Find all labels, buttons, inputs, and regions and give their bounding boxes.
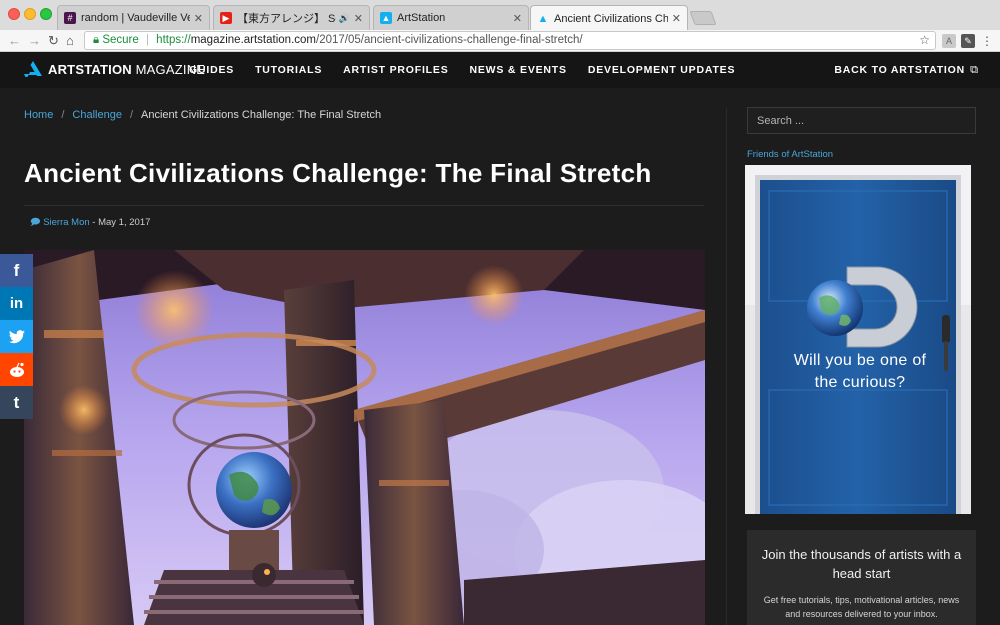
breadcrumb-current: Ancient Civilizations Challenge: The Fin… — [141, 109, 382, 121]
breadcrumb-separator: / — [129, 109, 134, 121]
article-title: Ancient Civilizations Challenge: The Fin… — [24, 158, 652, 188]
close-window-button[interactable] — [8, 8, 20, 20]
artstation-icon: ▲ — [380, 12, 392, 24]
external-link-icon[interactable]: ⧉ — [970, 64, 978, 77]
browser-tab-active[interactable]: ▲ Ancient Civilizations Challenge ✕ — [530, 5, 688, 31]
linkedin-share-button[interactable]: in — [0, 287, 33, 320]
address-divider: | — [145, 34, 149, 46]
home-icon[interactable]: ⌂ — [66, 33, 74, 49]
browser-tab[interactable]: ▲ ArtStation ✕ — [373, 5, 529, 30]
nav-development-updates[interactable]: DEVELOPMENT UPDATES — [588, 64, 735, 76]
url-path: /2017/05/ancient-civilizations-challenge… — [316, 34, 583, 46]
url-host: magazine.artstation.com — [190, 34, 316, 46]
close-tab-icon[interactable]: ✕ — [194, 12, 203, 25]
breadcrumb-separator: / — [61, 109, 65, 121]
artstation-logo[interactable]: ARTSTATION MAGAZINE — [24, 61, 205, 77]
tumblr-icon: t — [13, 392, 20, 412]
article-byline: 🗩 Sierra Mon - May 1, 2017 — [30, 215, 150, 231]
linkedin-icon: in — [9, 295, 24, 312]
tab-title: random | Vaudeville Ventures — [81, 12, 190, 24]
breadcrumb-challenge[interactable]: Challenge — [72, 109, 122, 121]
browser-toolbar: ← → ↻ ⌂ 🔒︎ Secure | https://magazine.art… — [0, 30, 1000, 52]
breadcrumb: Home / Challenge / Ancient Civilizations Cha… — [24, 109, 381, 121]
search-input[interactable] — [747, 107, 976, 134]
tumblr-share-button[interactable]: t — [0, 386, 33, 419]
discovery-ad[interactable] — [745, 165, 971, 514]
reload-icon[interactable]: ↻ — [48, 33, 59, 49]
bookmark-star-icon[interactable]: ☆ — [919, 32, 930, 49]
tab-title: Ancient Civilizations Challenge — [554, 12, 668, 25]
ad-caption: Will you be one of the curious? — [793, 352, 927, 391]
browser-tab[interactable]: # random | Vaudeville Ventures ✕ — [57, 5, 210, 30]
speaker-icon[interactable]: 🔊 — [339, 13, 350, 24]
close-tab-icon[interactable]: ✕ — [513, 12, 522, 25]
slack-hash-icon: # — [64, 12, 76, 24]
social-share-bar: f in t — [0, 254, 33, 419]
browser-tab-strip: # random | Vaudeville Ventures ✕ ▶ 【東方アレ… — [0, 0, 1000, 31]
maximize-window-button[interactable] — [40, 8, 52, 20]
menu-dots-icon[interactable]: ⋮ — [980, 34, 994, 48]
breadcrumb-home[interactable]: Home — [24, 109, 53, 121]
hero-image[interactable] — [24, 250, 705, 625]
secure-label: Secure — [102, 34, 139, 46]
publish-date: - May 1, 2017 — [89, 217, 151, 228]
close-tab-icon[interactable]: ✕ — [672, 12, 681, 25]
facebook-share-button[interactable]: f — [0, 254, 33, 287]
lock-icon: 🔒︎ — [93, 34, 100, 46]
newsletter-title: Join the thousands of artists with a hea… — [761, 547, 962, 581]
artstation-icon: ▲ — [537, 12, 549, 25]
nav-news-events[interactable]: NEWS & EVENTS — [470, 64, 567, 76]
newsletter-subtitle: Get free tutorials, tips, motivational a… — [763, 595, 960, 619]
title-divider — [24, 205, 704, 206]
site-header: ARTSTATION MAGAZINE GUIDES TUTORIALS ART… — [0, 52, 1000, 88]
youtube-icon: ▶ — [220, 12, 232, 24]
nav-tutorials[interactable]: TUTORIALS — [255, 64, 322, 76]
reddit-icon — [9, 362, 24, 377]
logo-text: ARTSTATION MAGAZINE — [48, 61, 206, 77]
twitter-icon — [8, 329, 25, 343]
nav-guides[interactable]: GUIDES — [189, 64, 234, 76]
artstation-logo-icon — [24, 61, 42, 77]
back-to-artstation-link[interactable]: BACK TO ARTSTATION — [834, 64, 965, 76]
newsletter-box: Join the thousands of artists with a hea… — [747, 530, 976, 625]
friends-label: Friends of ArtStation — [747, 149, 834, 160]
main-nav: GUIDES TUTORIALS ARTIST PROFILES NEWS & … — [189, 64, 756, 76]
tab-title: ArtStation — [397, 12, 446, 24]
hero-artwork — [24, 250, 705, 625]
twitter-share-button[interactable] — [0, 320, 33, 353]
reddit-share-button[interactable] — [0, 353, 33, 386]
nav-artist-profiles[interactable]: ARTIST PROFILES — [343, 64, 448, 76]
new-tab-button[interactable] — [689, 11, 717, 25]
url-scheme: https:// — [156, 34, 191, 46]
extension-icon[interactable]: ✎ — [961, 34, 975, 48]
minimize-window-button[interactable] — [24, 8, 36, 20]
sidebar-divider — [726, 108, 727, 625]
tab-title: 【東方アレンジ】 Sound of N — [237, 13, 336, 25]
close-tab-icon[interactable]: ✕ — [354, 12, 363, 25]
address-bar[interactable]: 🔒︎ Secure | https://magazine.artstation.… — [84, 31, 936, 50]
browser-tab[interactable]: ▶ 【東方アレンジ】 Sound of N 🔊 ✕ — [213, 5, 370, 30]
forward-arrow-icon[interactable]: → — [28, 33, 41, 49]
back-arrow-icon[interactable]: ← — [8, 33, 21, 49]
extension-icon[interactable]: A — [942, 34, 956, 48]
discovery-ad-image — [745, 165, 971, 514]
facebook-icon: f — [13, 260, 20, 280]
author-link[interactable]: 🗩 Sierra Mon — [30, 217, 90, 228]
